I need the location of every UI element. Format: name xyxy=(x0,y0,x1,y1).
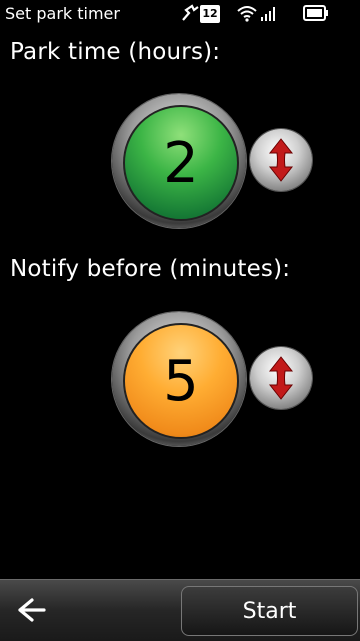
up-down-arrow-icon xyxy=(268,138,294,182)
app-title: Set park timer xyxy=(5,4,120,23)
notify-before-dial[interactable]: 5 xyxy=(112,312,246,446)
start-button[interactable]: Start xyxy=(181,586,358,636)
notify-before-label: Notify before (minutes): xyxy=(10,256,291,282)
park-time-dial[interactable]: 2 xyxy=(112,94,246,228)
up-down-arrow-icon xyxy=(268,356,294,400)
back-arrow-icon xyxy=(18,598,46,622)
park-time-value: 2 xyxy=(123,105,239,221)
notify-before-stepper[interactable] xyxy=(250,347,312,409)
battery-icon xyxy=(303,5,328,21)
bottom-toolbar: Start xyxy=(0,579,360,641)
status-bar: Set park timer 12 xyxy=(0,0,360,26)
notification-count-badge: 12 xyxy=(200,5,220,23)
notification-icon xyxy=(182,4,199,21)
back-button[interactable] xyxy=(6,586,56,634)
park-time-label: Park time (hours): xyxy=(10,39,221,65)
park-time-stepper[interactable] xyxy=(250,129,312,191)
notify-before-value: 5 xyxy=(123,323,239,439)
wifi-icon xyxy=(237,6,257,22)
signal-icon xyxy=(261,7,275,21)
